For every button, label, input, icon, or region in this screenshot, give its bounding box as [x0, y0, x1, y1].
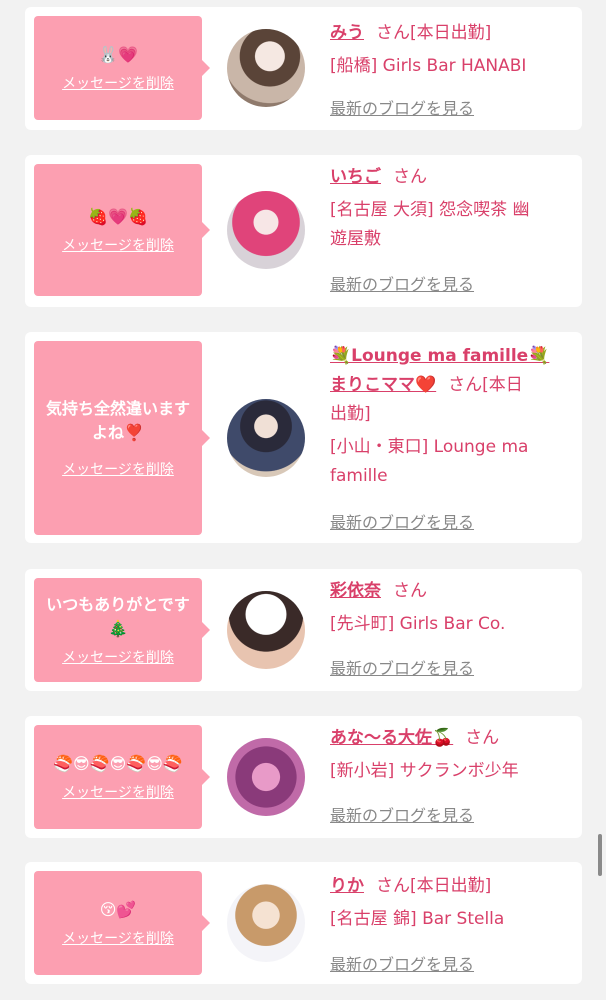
message-bubble: 🐰💗 メッセージを削除 — [34, 16, 210, 120]
girl-name-link[interactable]: まりこママ❤️ — [330, 375, 436, 395]
girl-name-link[interactable]: みう — [330, 23, 364, 43]
avatar[interactable] — [227, 884, 305, 962]
honorific: さん — [465, 728, 500, 748]
shop-name: [船橋] Girls Bar HANABI — [330, 56, 527, 76]
latest-blog-link[interactable]: 最新のブログを見る — [330, 95, 474, 119]
avatar[interactable] — [227, 191, 305, 269]
work-status-cont: 出勤] — [330, 404, 371, 424]
avatar[interactable] — [227, 738, 305, 816]
message-card: 😚💕 メッセージを削除 りか さん[本日出勤] [名古屋 錦] Bar Stell… — [25, 862, 582, 984]
honorific: さん — [448, 375, 483, 395]
latest-blog-link[interactable]: 最新のブログを見る — [330, 271, 474, 295]
latest-blog-link[interactable]: 最新のブログを見る — [330, 802, 474, 826]
message-card: 🍓💗🍓 メッセージを削除 いちご さん [名古屋 大須] 怨念喫茶 幽 遊屋敷 最… — [25, 155, 582, 307]
message-card: 🍣😎🍣😎🍣😎🍣 メッセージを削除 あな〜る大佐🍒 さん [新小岩] サクランボ少年… — [25, 716, 582, 838]
message-text: いつもありがとです🎄 — [46, 595, 190, 638]
delete-message-link[interactable]: メッセージを削除 — [62, 73, 174, 93]
honorific: さん — [376, 876, 410, 896]
message-bubble: 🍓💗🍓 メッセージを削除 — [34, 164, 210, 296]
delete-message-link[interactable]: メッセージを削除 — [62, 235, 174, 255]
avatar[interactable] — [227, 29, 305, 107]
shop-name: [名古屋 錦] Bar Stella — [330, 909, 505, 929]
scrollbar[interactable] — [598, 834, 602, 876]
shop-name: [先斗町] Girls Bar Co. — [330, 614, 506, 634]
message-bubble: 🍣😎🍣😎🍣😎🍣 メッセージを削除 — [34, 725, 210, 829]
message-text: 🐰💗 — [98, 45, 138, 64]
work-status: [本日出勤] — [410, 23, 492, 43]
message-text: 🍓💗🍓 — [88, 207, 148, 226]
message-bubble: 😚💕 メッセージを削除 — [34, 871, 210, 975]
shop-name: [新小岩] サクランボ少年 — [330, 761, 519, 781]
girl-name-link[interactable]: いちご — [330, 167, 381, 187]
work-status: [本日出勤] — [410, 876, 492, 896]
message-card: いつもありがとです🎄 メッセージを削除 彩依奈 さん [先斗町] Girls Ba… — [25, 569, 582, 691]
shop-name: [小山・東口] Lounge ma — [330, 437, 529, 457]
girl-name-link[interactable]: 彩依奈 — [330, 581, 381, 601]
honorific: さん — [393, 167, 427, 187]
girl-name-link[interactable]: りか — [330, 876, 364, 896]
latest-blog-link[interactable]: 最新のブログを見る — [330, 509, 474, 533]
message-bubble: いつもありがとです🎄 メッセージを削除 — [34, 578, 210, 682]
avatar[interactable] — [227, 399, 305, 477]
message-card: 気持ち全然違いますよね❣️ メッセージを削除 💐Lounge ma famill… — [25, 332, 582, 543]
avatar[interactable] — [227, 591, 305, 669]
message-text: 😚💕 — [99, 900, 137, 919]
message-card: 🐰💗 メッセージを削除 みう さん[本日出勤] [船橋] Girls Bar HA… — [25, 7, 582, 130]
message-text: 🍣😎🍣😎🍣😎🍣 — [53, 754, 183, 773]
honorific: さん — [393, 581, 427, 601]
delete-message-link[interactable]: メッセージを削除 — [62, 782, 174, 802]
message-text: 気持ち全然違いますよね❣️ — [45, 399, 190, 442]
shop-name-cont: famille — [330, 466, 388, 486]
delete-message-link[interactable]: メッセージを削除 — [62, 459, 174, 479]
shop-name: [名古屋 大須] 怨念喫茶 幽 — [330, 200, 530, 220]
message-bubble: 気持ち全然違いますよね❣️ メッセージを削除 — [34, 341, 210, 535]
honorific: さん — [376, 23, 410, 43]
shop-badge-link[interactable]: 💐Lounge ma famille💐 — [330, 346, 549, 366]
latest-blog-link[interactable]: 最新のブログを見る — [330, 655, 474, 679]
delete-message-link[interactable]: メッセージを削除 — [62, 647, 174, 667]
work-status: [本日 — [482, 375, 523, 395]
shop-name-cont: 遊屋敷 — [330, 229, 381, 249]
delete-message-link[interactable]: メッセージを削除 — [62, 928, 174, 948]
girl-name-link[interactable]: あな〜る大佐🍒 — [330, 728, 453, 748]
latest-blog-link[interactable]: 最新のブログを見る — [330, 951, 474, 975]
